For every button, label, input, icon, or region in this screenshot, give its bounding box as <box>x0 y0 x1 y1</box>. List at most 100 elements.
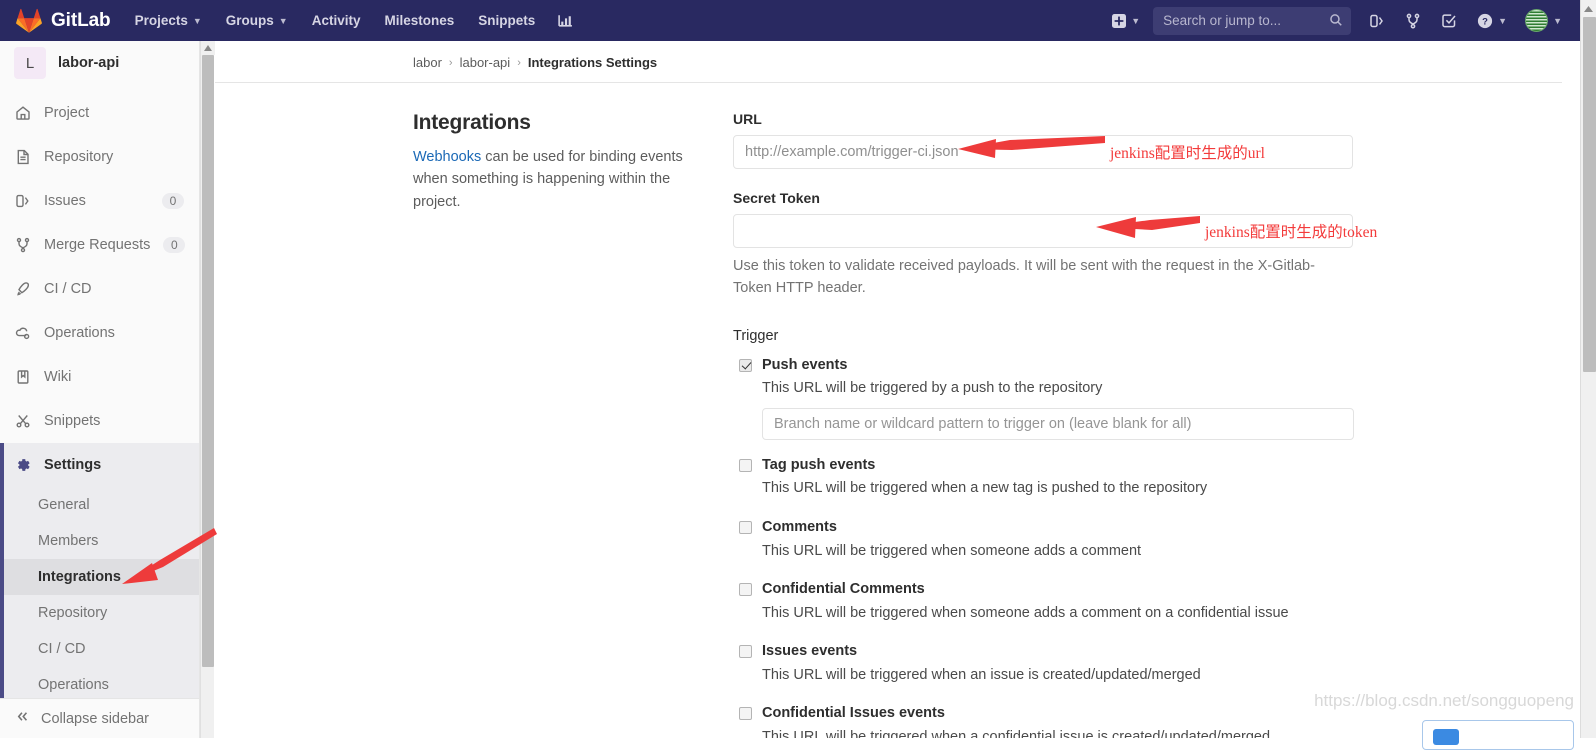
secret-token-input[interactable] <box>733 214 1353 248</box>
sidebar-scroll-area: L labor-api Project Repository <box>0 41 200 703</box>
confidential-issues-events-label[interactable]: Confidential Issues events <box>762 704 1353 723</box>
sidebar-subitem-integrations[interactable]: Integrations <box>4 559 200 595</box>
merge-icon <box>14 237 31 254</box>
search-box[interactable] <box>1153 7 1351 35</box>
confidential-comments-description: This URL will be triggered when someone … <box>762 603 1353 623</box>
browser-download-bar[interactable] <box>1422 720 1574 750</box>
webhook-form: URL Secret Token Use this token to valid… <box>733 111 1353 738</box>
nav-link-projects[interactable]: Projects ▼ <box>123 0 214 41</box>
todos-icon[interactable] <box>1431 0 1467 41</box>
nav-link-milestones[interactable]: Milestones <box>373 0 467 41</box>
confidential-comments-label[interactable]: Confidential Comments <box>762 580 1353 599</box>
sidebar-item-project-label: Project <box>44 105 184 121</box>
sidebar-subitem-repository[interactable]: Repository <box>4 595 200 631</box>
sidebar-item-merge-requests-label: Merge Requests <box>44 237 150 253</box>
scissors-icon <box>14 413 31 430</box>
sidebar-item-merge-requests[interactable]: Merge Requests 0 <box>0 223 200 267</box>
search-input[interactable] <box>1153 7 1351 35</box>
sidebar-item-ci-cd[interactable]: CI / CD <box>0 267 200 311</box>
sidebar-item-issues[interactable]: Issues 0 <box>0 179 200 223</box>
sidebar-item-ci-cd-label: CI / CD <box>44 281 184 297</box>
breadcrumb-project[interactable]: labor-api <box>460 55 511 70</box>
page-scrollbar-thumb[interactable] <box>1583 17 1596 372</box>
tag-push-events-checkbox[interactable] <box>739 459 752 472</box>
push-events-description: This URL will be triggered by a push to … <box>762 378 1354 398</box>
file-icon <box>14 149 31 166</box>
issues-icon[interactable] <box>1359 0 1395 41</box>
collapse-sidebar-button[interactable]: Collapse sidebar <box>0 698 199 738</box>
breadcrumb-group[interactable]: labor <box>413 55 442 70</box>
trigger-push-events: Push events This URL will be triggered b… <box>733 356 1353 440</box>
book-icon <box>14 369 31 386</box>
sidebar-item-repository[interactable]: Repository <box>0 135 200 179</box>
merge-requests-icon[interactable] <box>1395 0 1431 41</box>
secret-token-field-label: Secret Token <box>733 190 1353 206</box>
comments-description: This URL will be triggered when someone … <box>762 541 1353 561</box>
user-avatar-menu[interactable]: ▼ <box>1517 9 1570 32</box>
sidebar-subitem-ci-cd[interactable]: CI / CD <box>4 631 200 667</box>
nav-link-groups[interactable]: Groups ▼ <box>214 0 300 41</box>
breadcrumb-current: Integrations Settings <box>528 55 657 70</box>
trigger-tag-push-events: Tag push events This URL will be trigger… <box>733 456 1353 499</box>
sidebar-scroll-up-button[interactable] <box>201 41 215 55</box>
chevron-down-icon: ▼ <box>279 17 288 26</box>
comments-label[interactable]: Comments <box>762 518 1353 537</box>
help-icon[interactable]: ? ▼ <box>1467 0 1517 41</box>
new-item-button[interactable]: ▼ <box>1103 0 1149 41</box>
settings-section: Integrations Webhooks can be used for bi… <box>215 83 1580 738</box>
gitlab-tanuki-icon <box>16 8 42 33</box>
project-avatar: L <box>14 47 46 79</box>
webhooks-link[interactable]: Webhooks <box>413 149 481 165</box>
home-icon <box>14 105 31 122</box>
nav-link-groups-label: Groups <box>226 13 274 28</box>
confidential-issues-events-checkbox[interactable] <box>739 707 752 720</box>
gitlab-logo[interactable]: GitLab <box>0 8 123 33</box>
push-events-branch-input[interactable] <box>762 408 1354 440</box>
sidebar-item-merge-requests-count: 0 <box>163 237 185 253</box>
sidebar-subitem-members[interactable]: Members <box>4 523 200 559</box>
tag-push-events-label[interactable]: Tag push events <box>762 456 1353 475</box>
url-input[interactable] <box>733 135 1353 169</box>
settings-description: Webhooks can be used for binding events … <box>413 146 713 213</box>
analytics-icon[interactable] <box>547 0 584 41</box>
trigger-issues-events: Issues events This URL will be triggered… <box>733 642 1353 685</box>
top-navbar: GitLab Projects ▼ Groups ▼ Activity Mile… <box>0 0 1580 41</box>
brand-label: GitLab <box>51 10 111 32</box>
issues-events-label[interactable]: Issues events <box>762 642 1353 661</box>
nav-link-milestones-label: Milestones <box>385 13 455 28</box>
sidebar-item-issues-label: Issues <box>44 193 149 209</box>
sidebar-item-settings[interactable]: Settings <box>0 443 200 487</box>
rocket-icon <box>14 281 31 298</box>
sidebar-item-operations[interactable]: Operations <box>0 311 200 355</box>
trigger-confidential-comments: Confidential Comments This URL will be t… <box>733 580 1353 623</box>
sidebar-scrollbar[interactable] <box>200 41 214 738</box>
chevrons-left-icon <box>15 709 30 728</box>
settings-description-column: Integrations Webhooks can be used for bi… <box>413 111 733 738</box>
issues-icon <box>14 193 31 210</box>
page-scroll-up-button[interactable] <box>1581 0 1596 17</box>
sidebar-item-repository-label: Repository <box>44 149 184 165</box>
sidebar-project-header[interactable]: L labor-api <box>0 41 200 91</box>
sidebar-scrollbar-thumb[interactable] <box>202 55 214 667</box>
sidebar-subitem-general[interactable]: General <box>4 487 200 523</box>
comments-checkbox[interactable] <box>739 521 752 534</box>
nav-link-snippets[interactable]: Snippets <box>466 0 547 41</box>
tag-push-events-description: This URL will be triggered when a new ta… <box>762 478 1353 498</box>
breadcrumb-separator: › <box>449 57 453 69</box>
nav-link-activity[interactable]: Activity <box>300 0 373 41</box>
sidebar-item-snippets[interactable]: Snippets <box>0 399 200 443</box>
sidebar-item-snippets-label: Snippets <box>44 413 184 429</box>
chevron-down-icon: ▼ <box>1131 17 1140 26</box>
page-scrollbar[interactable] <box>1580 0 1596 738</box>
sidebar-item-operations-label: Operations <box>44 325 184 341</box>
chevron-down-icon: ▼ <box>193 17 202 26</box>
push-events-checkbox[interactable] <box>739 359 752 372</box>
breadcrumb: labor › labor-api › Integrations Setting… <box>215 41 1562 83</box>
issues-events-checkbox[interactable] <box>739 645 752 658</box>
sidebar-item-project[interactable]: Project <box>0 91 200 135</box>
push-events-label[interactable]: Push events <box>762 356 1354 375</box>
sidebar-item-wiki[interactable]: Wiki <box>0 355 200 399</box>
confidential-comments-checkbox[interactable] <box>739 583 752 596</box>
issues-events-description: This URL will be triggered when an issue… <box>762 665 1353 685</box>
svg-text:?: ? <box>1482 16 1488 27</box>
